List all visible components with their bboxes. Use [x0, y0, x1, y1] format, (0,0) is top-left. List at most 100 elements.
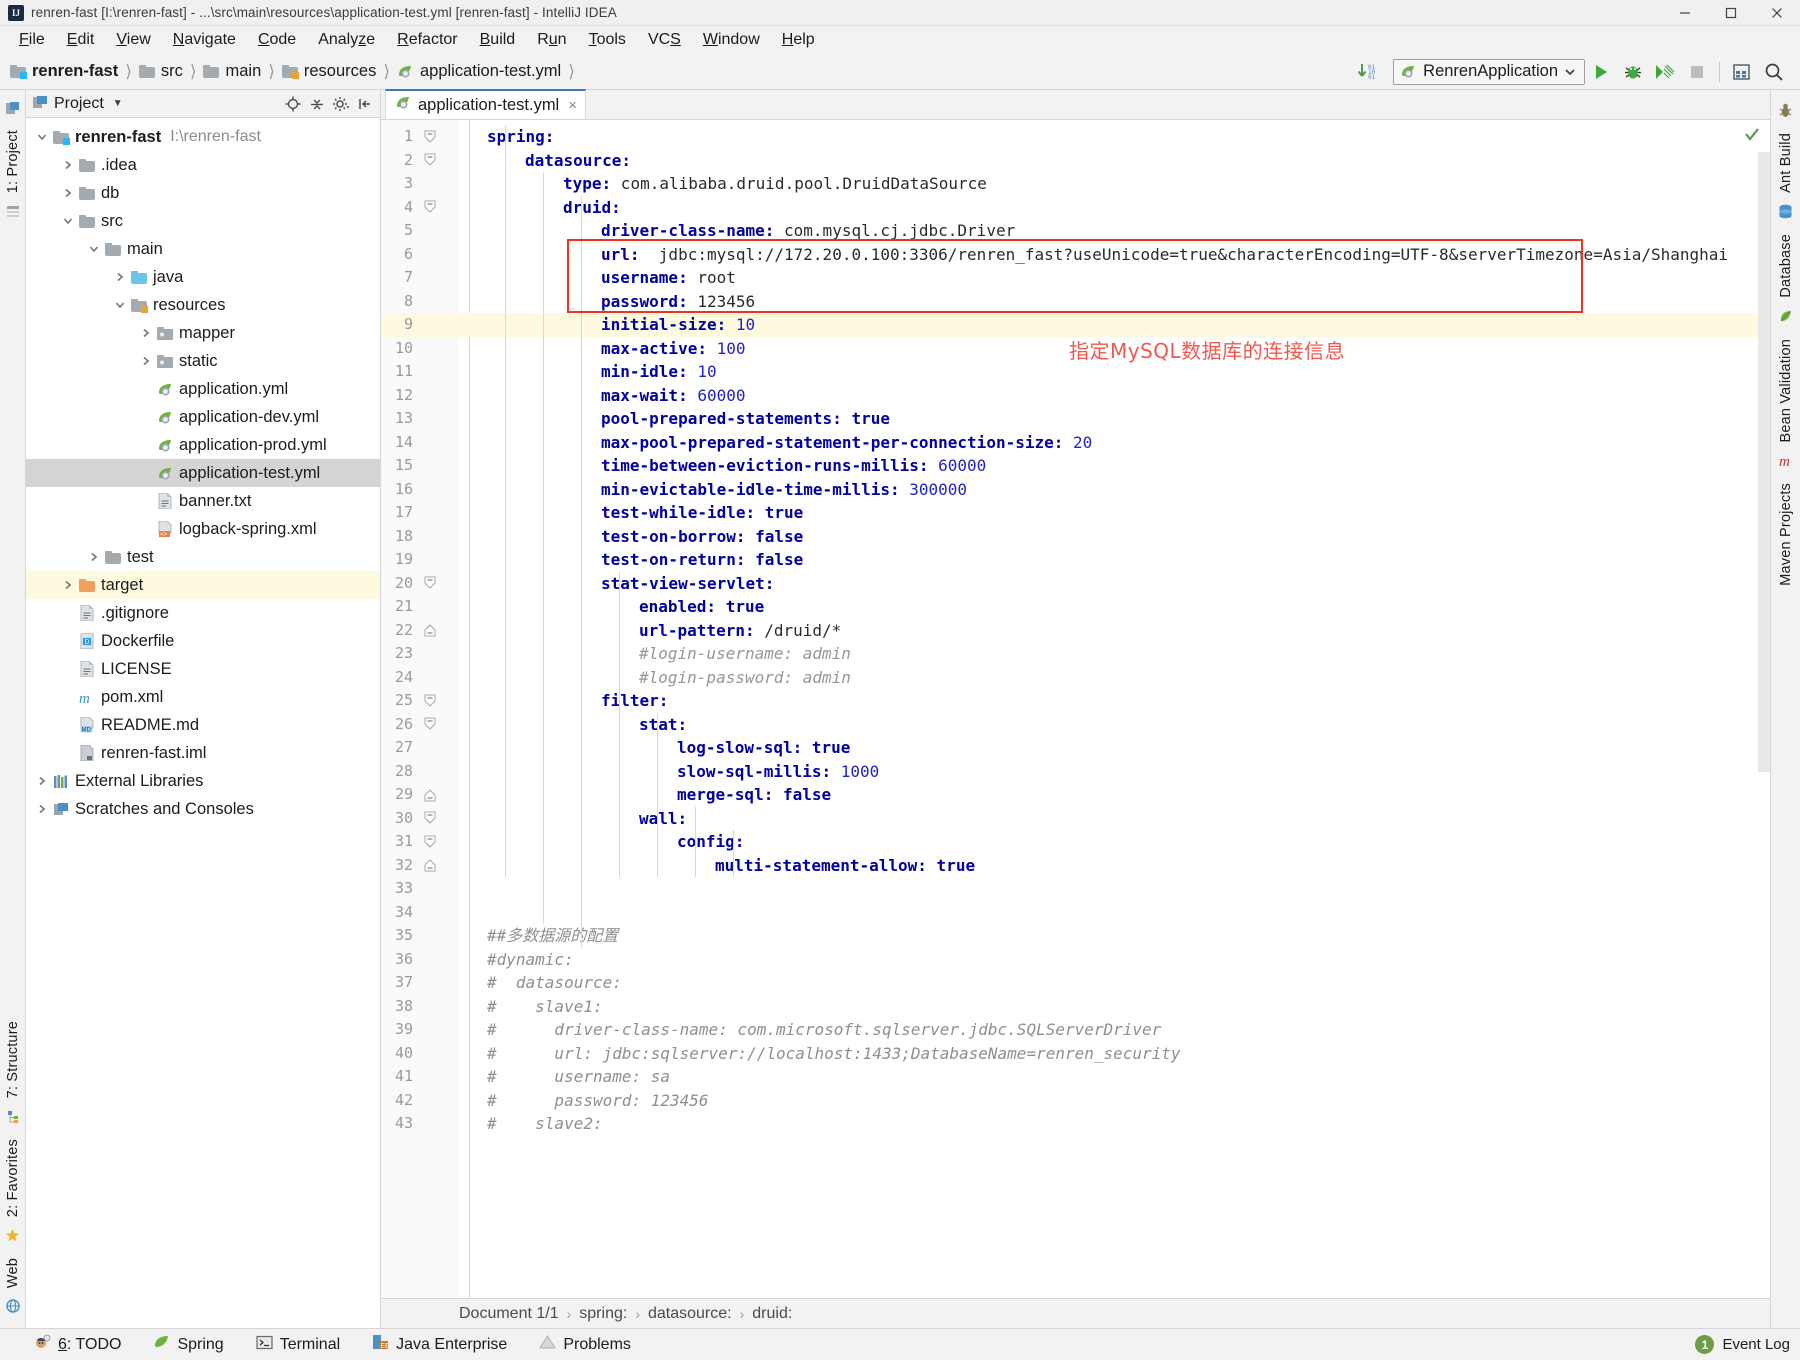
breadcrumb-item-src[interactable]: src	[138, 62, 183, 81]
fold-start-icon[interactable]	[423, 689, 437, 713]
web-tool-icon[interactable]	[5, 1299, 20, 1317]
menu-view[interactable]: View	[105, 28, 161, 52]
code-line[interactable]: slow-sql-millis: 1000	[459, 760, 1770, 784]
code-line[interactable]: # slave2:	[459, 1112, 1770, 1136]
breadcrumb-datasource[interactable]: datasource:	[648, 1305, 732, 1323]
search-everywhere-button[interactable]	[1758, 57, 1790, 87]
status-item-spring[interactable]: Spring	[153, 1334, 224, 1355]
chevron-down-icon[interactable]	[112, 300, 128, 310]
locate-icon[interactable]	[282, 93, 304, 115]
tool-button-database[interactable]: Database	[1778, 228, 1794, 304]
code-line[interactable]: # url: jdbc:sqlserver://localhost:1433;D…	[459, 1042, 1770, 1066]
code-line[interactable]: log-slow-sql: true	[459, 736, 1770, 760]
tree-row[interactable]: application-prod.yml	[26, 431, 380, 459]
editor-scrollbar[interactable]	[1758, 152, 1770, 772]
code-line[interactable]: wall:	[459, 807, 1770, 831]
breadcrumb-druid[interactable]: druid:	[752, 1305, 792, 1323]
maximize-button[interactable]	[1708, 0, 1754, 26]
code-line[interactable]: username: root	[459, 266, 1770, 290]
code-line[interactable]: #login-username: admin	[459, 642, 1770, 666]
tree-row[interactable]: application.yml	[26, 375, 380, 403]
status-item-terminal[interactable]: Terminal	[256, 1335, 340, 1355]
fold-start-icon[interactable]	[423, 125, 437, 149]
tree-row[interactable]: m pom.xml	[26, 683, 380, 711]
tree-row[interactable]: application-test.yml	[26, 459, 380, 487]
maven-icon[interactable]: m	[1778, 453, 1794, 472]
hide-icon[interactable]	[354, 93, 376, 115]
code-line[interactable]: stat-view-servlet:	[459, 572, 1770, 596]
tree-row[interactable]: test	[26, 543, 380, 571]
code-line[interactable]: enabled: true	[459, 595, 1770, 619]
chevron-down-icon[interactable]	[34, 132, 50, 142]
tree-row[interactable]: .gitignore	[26, 599, 380, 627]
tree-row[interactable]: mapper	[26, 319, 380, 347]
tree-row[interactable]: renren-fast I:\renren-fast	[26, 123, 380, 151]
chevron-right-icon[interactable]	[138, 356, 154, 366]
code-content[interactable]: spring: datasource: type: com.alibaba.drui…	[459, 120, 1770, 1298]
tool-button-maven-projects[interactable]: Maven Projects	[1778, 477, 1794, 592]
code-line[interactable]: # slave1:	[459, 995, 1770, 1019]
chevron-right-icon[interactable]	[34, 776, 50, 786]
tool-button-ant-build[interactable]: Ant Build	[1778, 127, 1794, 199]
breadcrumb-item-module[interactable]: renren-fast	[10, 62, 118, 81]
code-line[interactable]: #login-password: admin	[459, 666, 1770, 690]
tree-row[interactable]: target	[26, 571, 380, 599]
fold-end-icon[interactable]	[423, 783, 437, 807]
code-line[interactable]: min-evictable-idle-time-millis: 300000	[459, 478, 1770, 502]
run-configuration-selector[interactable]: RenrenApplication	[1393, 58, 1585, 85]
inspections-ok-icon[interactable]	[1744, 126, 1760, 146]
minimize-button[interactable]	[1662, 0, 1708, 26]
tree-row[interactable]: banner.txt	[26, 487, 380, 515]
tree-row[interactable]: External Libraries	[26, 767, 380, 795]
code-line[interactable]: type: com.alibaba.druid.pool.DruidDataSo…	[459, 172, 1770, 196]
code-line[interactable]	[459, 877, 1770, 901]
code-line[interactable]: # username: sa	[459, 1065, 1770, 1089]
close-button[interactable]	[1754, 0, 1800, 26]
tree-row[interactable]: LICENSE	[26, 655, 380, 683]
tree-row[interactable]: application-dev.yml	[26, 403, 380, 431]
status-item-todo[interactable]: 6: TODO	[34, 1334, 121, 1355]
chevron-right-icon[interactable]	[112, 272, 128, 282]
code-line[interactable]: stat:	[459, 713, 1770, 737]
tree-row[interactable]: MD README.md	[26, 711, 380, 739]
chevron-right-icon[interactable]	[60, 160, 76, 170]
tree-row[interactable]: <> logback-spring.xml	[26, 515, 380, 543]
project-tool-icon[interactable]	[5, 101, 20, 119]
run-button[interactable]	[1585, 57, 1617, 87]
breadcrumb-document[interactable]: Document 1/1	[459, 1305, 559, 1323]
ant-icon[interactable]	[1778, 103, 1793, 122]
breadcrumb-item-main[interactable]: main	[203, 62, 261, 81]
chevron-right-icon[interactable]	[60, 580, 76, 590]
menu-tools[interactable]: Tools	[578, 28, 637, 52]
code-line[interactable]: max-pool-prepared-statement-per-connecti…	[459, 431, 1770, 455]
gear-icon[interactable]	[330, 93, 352, 115]
run-with-coverage-button[interactable]	[1649, 57, 1681, 87]
code-line[interactable]	[459, 901, 1770, 925]
code-line[interactable]: merge-sql: false	[459, 783, 1770, 807]
database-icon[interactable]	[1778, 204, 1793, 223]
code-line[interactable]: druid:	[459, 196, 1770, 220]
tree-row[interactable]: src	[26, 207, 380, 235]
breadcrumb-item-resources[interactable]: resources	[281, 62, 376, 81]
menu-window[interactable]: Window	[692, 28, 771, 52]
chevron-down-icon[interactable]	[86, 244, 102, 254]
menu-refactor[interactable]: Refactor	[386, 28, 468, 52]
code-line[interactable]: spring:	[459, 125, 1770, 149]
tree-row[interactable]: resources	[26, 291, 380, 319]
stop-button[interactable]	[1681, 57, 1713, 87]
code-line[interactable]: test-on-borrow: false	[459, 525, 1770, 549]
menu-build[interactable]: Build	[469, 28, 527, 52]
code-line[interactable]: # password: 123456	[459, 1089, 1770, 1113]
debug-button[interactable]	[1617, 57, 1649, 87]
project-tree[interactable]: renren-fast I:\renren-fast .idea db src main j…	[26, 118, 380, 1328]
editor-tab-application-test-yml[interactable]: application-test.yml ×	[385, 89, 586, 119]
fold-start-icon[interactable]	[423, 196, 437, 220]
tree-row[interactable]: java	[26, 263, 380, 291]
tree-row[interactable]: .idea	[26, 151, 380, 179]
code-line[interactable]: time-between-eviction-runs-millis: 60000	[459, 454, 1770, 478]
menu-vcs[interactable]: VCS	[637, 28, 692, 52]
fold-end-icon[interactable]	[423, 854, 437, 878]
chevron-right-icon[interactable]	[86, 552, 102, 562]
chevron-down-icon[interactable]: ▼	[113, 98, 123, 109]
breadcrumb-item-file[interactable]: application-test.yml	[397, 62, 561, 81]
